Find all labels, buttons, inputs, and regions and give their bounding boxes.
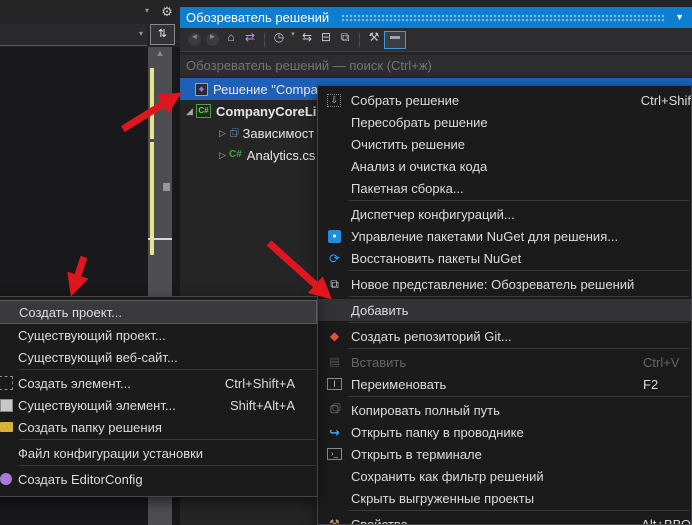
solution-icon: ◆	[195, 83, 208, 96]
terminal-icon: ›_	[327, 448, 342, 460]
solution-label: Решение "Compan	[213, 82, 325, 97]
expander-open-icon[interactable]: ◢	[183, 107, 196, 116]
chevron-down-icon: ▾	[139, 30, 143, 38]
menu-item-hide-unloaded-projects[interactable]: Скрыть выгруженные проекты	[318, 487, 691, 509]
panel-title: Обозреватель решений	[186, 10, 329, 25]
drag-grip-dots	[341, 14, 665, 23]
submenu-item-existing-project[interactable]: Существующий проект...	[0, 324, 317, 346]
split-editor-button[interactable]: ⇅	[150, 24, 175, 45]
toolbar-separator	[359, 33, 360, 47]
menu-separator	[349, 348, 689, 349]
menu-separator	[349, 296, 689, 297]
pending-changes-filter-button[interactable]: ◷	[270, 31, 288, 49]
menu-item-open-in-terminal[interactable]: ›_ Открыть в терминале	[318, 443, 691, 465]
menu-separator	[19, 369, 315, 370]
editorconfig-icon	[0, 473, 12, 485]
menu-item-analyze-cleanup[interactable]: Анализ и очистка кода	[318, 155, 691, 177]
new-view-icon: ⧉	[330, 278, 339, 290]
home-button[interactable]: ⌂	[222, 31, 240, 49]
search-input[interactable]	[180, 57, 692, 74]
window-position-chevron-icon[interactable]: ▼	[675, 13, 684, 22]
menu-separator	[349, 510, 689, 511]
expander-closed-icon[interactable]: ▷	[216, 151, 229, 160]
show-all-files-button[interactable]: ⧉	[336, 31, 354, 49]
menu-separator	[19, 465, 315, 466]
file-label: Analytics.cs	[247, 148, 316, 163]
editor-top-row: ▾ ⚙	[0, 0, 180, 22]
csharp-project-icon: C#	[196, 104, 211, 118]
menu-separator	[349, 270, 689, 271]
new-item-icon	[0, 376, 13, 390]
menu-item-rename[interactable]: I Переименовать F2	[318, 373, 691, 395]
wrench-icon: ⚒	[329, 518, 340, 525]
menu-item-add[interactable]: Добавить	[318, 299, 691, 321]
submenu-item-existing-website[interactable]: Существующий веб-сайт...	[0, 346, 317, 368]
menu-item-copy-full-path[interactable]: ▢ Копировать полный путь	[318, 399, 691, 421]
chevron-down-icon: ▾	[145, 7, 149, 15]
refresh-button[interactable]: ⇆	[298, 31, 316, 49]
menu-item-create-git-repository[interactable]: ◆ Создать репозиторий Git...	[318, 325, 691, 347]
filter-dropdown-caret[interactable]: ▾	[289, 31, 297, 49]
submenu-item-installation-configuration-file[interactable]: Файл конфигурации установки	[0, 442, 317, 464]
menu-item-manage-nuget-packages[interactable]: ● Управление пакетами NuGet для решения.…	[318, 225, 691, 247]
solution-folder-icon	[0, 422, 13, 432]
rename-icon: I	[327, 378, 342, 390]
solution-explorer-toolbar: ◄ ► ⌂ ⇄ ◷ ▾ ⇆ ⊟ ⧉ ⚒ ▬	[180, 28, 692, 52]
dependencies-icon: ▢	[229, 129, 238, 138]
sync-with-active-document-button[interactable]: ⇄	[241, 31, 259, 49]
menu-separator	[349, 396, 689, 397]
collapse-all-button[interactable]: ⊟	[317, 31, 335, 49]
nuget-restore-icon: ⟳	[329, 252, 340, 265]
menu-item-configuration-manager[interactable]: Диспетчер конфигураций...	[318, 203, 691, 225]
add-submenu: Создать проект... Существующий проект...…	[0, 296, 318, 497]
submenu-item-new-project[interactable]: Создать проект...	[0, 300, 317, 324]
build-icon: ⇩	[327, 94, 341, 107]
toolbar-separator	[264, 33, 265, 47]
search-row	[180, 55, 692, 76]
menu-item-clean-solution[interactable]: Очистить решение	[318, 133, 691, 155]
open-folder-icon: ↪	[329, 426, 340, 439]
menu-item-open-folder-in-explorer[interactable]: ↪ Открыть папку в проводнике	[318, 421, 691, 443]
project-label: CompanyCoreLi	[216, 104, 316, 119]
expander-closed-icon[interactable]: ▷	[216, 129, 229, 138]
csharp-file-icon: C#	[229, 150, 242, 160]
editor-navigation-row: ▾ ⇅	[0, 22, 180, 47]
menu-item-batch-build[interactable]: Пакетная сборка...	[318, 177, 691, 199]
menu-item-restore-nuget-packages[interactable]: ⟳ Восстановить пакеты NuGet	[318, 247, 691, 269]
dependencies-label: Зависимост	[243, 126, 315, 141]
menu-item-properties[interactable]: ⚒ Свойства Alt+ВВО	[318, 513, 691, 525]
editor-dropdown-top[interactable]: ▾	[0, 0, 154, 22]
git-icon: ◆	[330, 330, 339, 342]
split-icon: ⇅	[158, 29, 167, 40]
menu-item-new-solution-explorer-view[interactable]: ⧉ Новое представление: Обозреватель реше…	[318, 273, 691, 295]
back-button[interactable]: ◄	[188, 33, 201, 46]
paste-icon: ▤	[329, 357, 339, 368]
menu-item-rebuild-solution[interactable]: Пересобрать решение	[318, 111, 691, 133]
gear-icon[interactable]: ⚙	[154, 5, 180, 18]
scroll-up-icon[interactable]: ▲	[148, 49, 172, 58]
navigation-dropdown[interactable]: ▾	[0, 24, 147, 46]
scrollbar-marker	[163, 183, 170, 191]
submenu-item-new-editorconfig[interactable]: Создать EditorConfig	[0, 468, 317, 490]
submenu-item-existing-item[interactable]: Существующий элемент... Shift+Alt+A	[0, 394, 317, 416]
modified-lines-marker	[150, 68, 154, 139]
existing-item-icon	[0, 399, 13, 412]
caret-position-marker	[148, 238, 172, 240]
preview-selected-items-toggle[interactable]: ▬	[384, 31, 406, 49]
menu-separator	[349, 322, 689, 323]
menu-item-paste[interactable]: ▤ Вставить Ctrl+V	[318, 351, 691, 373]
menu-separator	[19, 439, 315, 440]
menu-item-build-solution[interactable]: ⇩ Собрать решение Ctrl+Shif	[318, 89, 691, 111]
nuget-icon: ●	[328, 230, 341, 243]
panel-header[interactable]: Обозреватель решений ▼	[180, 7, 692, 28]
menu-item-save-as-solution-filter[interactable]: Сохранить как фильтр решений	[318, 465, 691, 487]
vs-screenshot-root: ▾ ⚙ ▾ ⇅ ▲ Обозреватель решений	[0, 0, 692, 525]
submenu-item-new-item[interactable]: Создать элемент... Ctrl+Shift+A	[0, 372, 317, 394]
submenu-item-new-solution-folder[interactable]: Создать папку решения	[0, 416, 317, 438]
solution-context-menu: ⇩ Собрать решение Ctrl+Shif Пересобрать …	[317, 85, 692, 525]
copy-path-icon: ▢	[330, 405, 339, 415]
forward-button[interactable]: ►	[206, 33, 219, 46]
properties-wrench-button[interactable]: ⚒	[365, 31, 383, 49]
menu-separator	[349, 200, 689, 201]
